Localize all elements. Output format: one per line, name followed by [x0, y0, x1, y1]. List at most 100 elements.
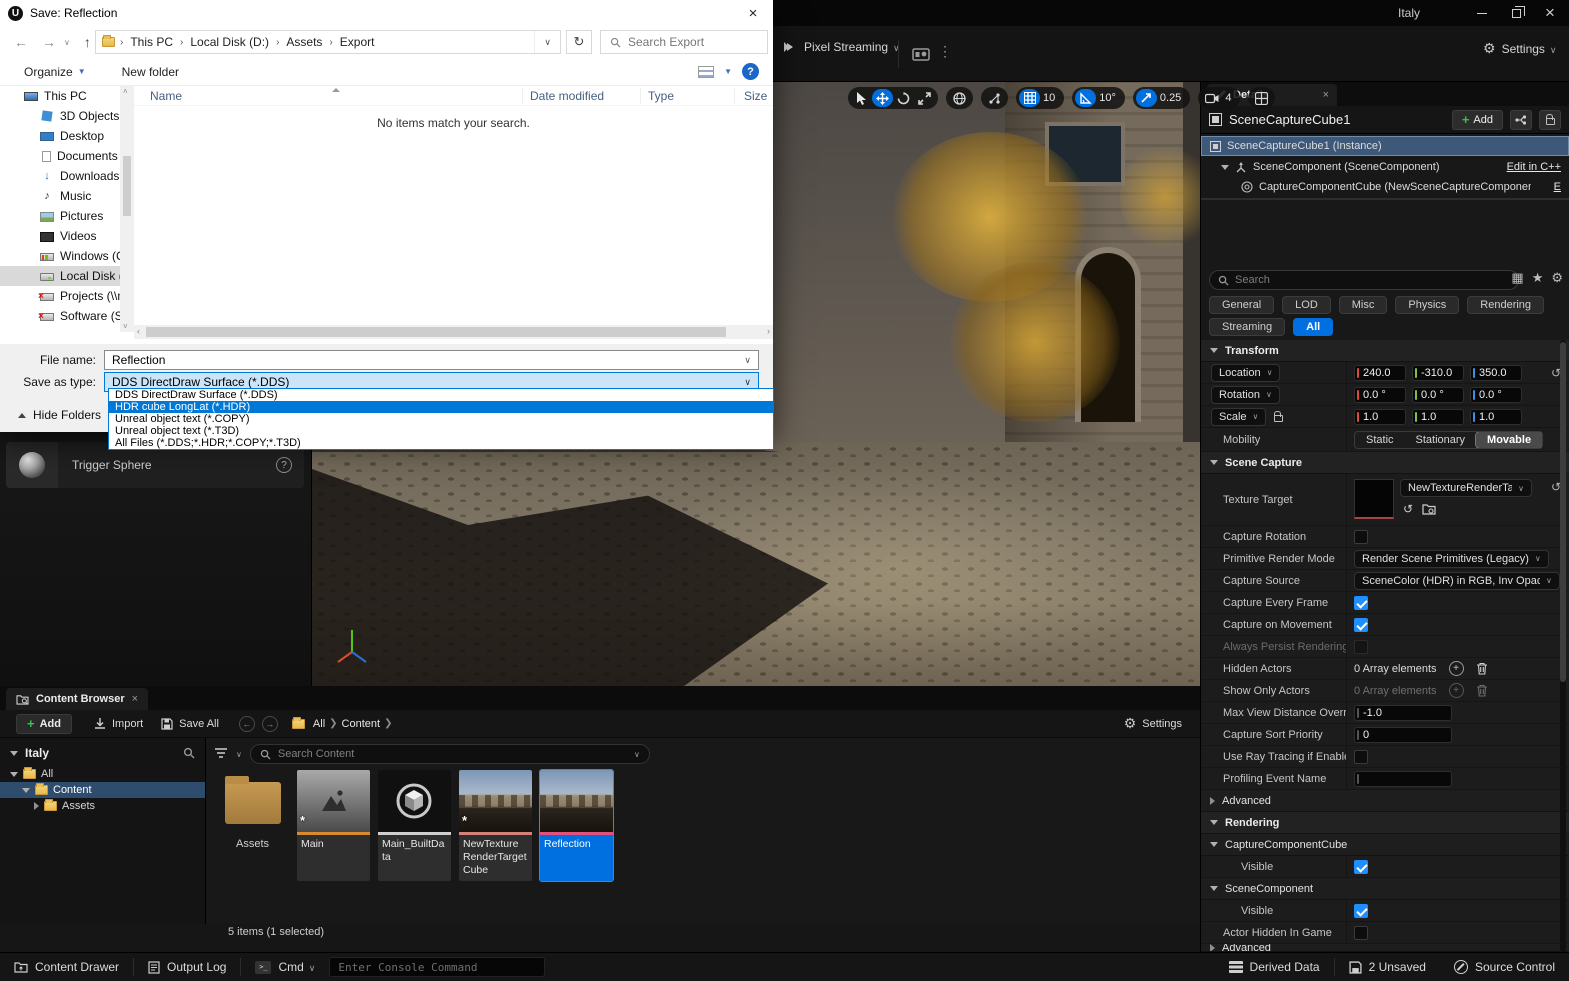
asset-tile-main[interactable]: * Main	[297, 770, 370, 881]
filter-general[interactable]: General	[1209, 296, 1274, 314]
file-list-horizontal-scrollbar[interactable]: ‹›	[134, 325, 773, 339]
scale-snap-value[interactable]: 0.25	[1157, 92, 1187, 104]
column-name[interactable]: Name	[134, 89, 182, 103]
details-scrollbar[interactable]	[1560, 340, 1566, 952]
recent-locations-chevron-icon[interactable]: ∨	[64, 38, 70, 47]
sidebar-pictures[interactable]: Pictures	[0, 206, 120, 226]
back-button[interactable]: ←	[239, 716, 255, 732]
edit-link-truncated[interactable]: E	[1554, 181, 1561, 193]
sidebar-desktop[interactable]: Desktop	[0, 126, 120, 146]
scale-z-field[interactable]: 1.0	[1470, 409, 1522, 425]
browse-to-asset-icon[interactable]	[1422, 503, 1436, 515]
clear-array-icon[interactable]	[1476, 684, 1488, 697]
view-mode-chevron-icon[interactable]: ▼	[724, 67, 732, 76]
grid-snap-icon[interactable]	[1019, 89, 1040, 107]
sidebar-music[interactable]: ♪Music	[0, 186, 120, 206]
subsection-capture-component-cube[interactable]: CaptureComponentCube	[1201, 834, 1569, 856]
minimize-button[interactable]	[1465, 1, 1499, 25]
tree-item-all[interactable]: All	[0, 766, 205, 782]
dialog-close-button[interactable]: ×	[733, 0, 773, 26]
type-option-all-files[interactable]: All Files (*.DDS;*.HDR;*.COPY;*.T3D)	[109, 437, 773, 449]
content-drawer-button[interactable]: Content Drawer	[0, 953, 133, 981]
close-button[interactable]: ×	[1533, 1, 1567, 25]
tree-item-content[interactable]: Content	[0, 782, 205, 798]
section-scene-capture[interactable]: Scene Capture	[1201, 452, 1569, 474]
filter-rendering[interactable]: Rendering	[1467, 296, 1544, 314]
filter-physics[interactable]: Physics	[1395, 296, 1459, 314]
rotation-z-field[interactable]: 0.0 °	[1470, 387, 1522, 403]
location-dropdown[interactable]: Location	[1211, 364, 1280, 382]
component-tree-capturecube[interactable]: CaptureComponentCube (NewSceneCaptureCom…	[1201, 177, 1569, 197]
mobility-stationary[interactable]: Stationary	[1405, 432, 1477, 448]
content-browser-settings-button[interactable]: ⚙ Settings	[1124, 715, 1182, 732]
scale-y-field[interactable]: 1.0	[1412, 409, 1464, 425]
asset-tile-main-builtdata[interactable]: Main_BuiltData	[378, 770, 451, 881]
forward-button[interactable]: →	[262, 716, 278, 732]
actor-hidden-checkbox[interactable]	[1354, 926, 1368, 940]
capture-source-dropdown[interactable]: SceneColor (HDR) in RGB, Inv Opacity	[1354, 572, 1560, 590]
scale-tool-icon[interactable]	[914, 89, 935, 107]
sidebar-videos[interactable]: Videos	[0, 226, 120, 246]
section-rendering[interactable]: Rendering	[1201, 812, 1569, 834]
output-log-button[interactable]: Output Log	[134, 953, 240, 981]
component-tree-scenecomponent[interactable]: SceneComponent (SceneComponent) Edit in …	[1201, 157, 1569, 177]
filter-lod[interactable]: LOD	[1282, 296, 1331, 314]
dialog-title-bar[interactable]: U Save: Reflection	[0, 0, 773, 26]
breadcrumb-export[interactable]: Export	[338, 35, 377, 49]
viewport-maximize-icon[interactable]	[1251, 89, 1272, 107]
mobility-movable[interactable]: Movable	[1476, 432, 1542, 448]
search-history-chevron-icon[interactable]: ∨	[634, 750, 640, 759]
unsaved-button[interactable]: 2 Unsaved	[1335, 953, 1440, 981]
sidebar-documents[interactable]: Documents	[0, 146, 120, 166]
file-name-input[interactable]: Reflection ∨	[104, 350, 759, 370]
type-option-hdr-highlighted[interactable]: HDR cube LongLat (*.HDR)	[109, 401, 773, 413]
primitive-render-mode-dropdown[interactable]: Render Scene Primitives (Legacy)	[1354, 550, 1549, 568]
type-option-dds[interactable]: DDS DirectDraw Surface (*.DDS)	[109, 389, 773, 401]
use-selected-asset-icon[interactable]: ↺	[1403, 502, 1413, 516]
content-browser-tab-close-icon[interactable]: ×	[132, 693, 138, 705]
globe-icon[interactable]	[949, 89, 970, 107]
asset-tile-reflection-selected[interactable]: Reflection	[540, 770, 613, 881]
scale-dropdown[interactable]: Scale	[1211, 408, 1266, 426]
sidebar-projects-drive[interactable]: Projects (\\magf	[0, 286, 120, 306]
up-arrow-icon[interactable]: ↑	[84, 34, 91, 50]
angle-snap-value[interactable]: 10°	[1096, 92, 1122, 104]
capture-on-movement-checkbox[interactable]	[1354, 618, 1368, 632]
asset-tile-assets-folder[interactable]: Assets	[216, 770, 289, 850]
organize-menu[interactable]: Organize	[24, 65, 73, 79]
asset-tile-rendertarget[interactable]: * NewTexture RenderTarget Cube	[459, 770, 532, 881]
collapse-icon[interactable]	[10, 751, 18, 756]
texture-target-thumbnail[interactable]	[1354, 479, 1394, 519]
display-filter-icon[interactable]: ▦	[1511, 270, 1523, 286]
filter-misc[interactable]: Misc	[1339, 296, 1388, 314]
search-icon[interactable]	[183, 747, 195, 759]
angle-snap-icon[interactable]	[1075, 89, 1096, 107]
capture-every-frame-checkbox[interactable]	[1354, 596, 1368, 610]
move-tool-icon[interactable]	[872, 89, 893, 107]
texture-target-dropdown[interactable]: NewTextureRenderTarge	[1400, 479, 1532, 497]
mobility-static[interactable]: Static	[1355, 432, 1405, 448]
import-button[interactable]: Import	[94, 718, 143, 730]
sidebar-downloads[interactable]: ↓Downloads	[0, 166, 120, 186]
rotation-dropdown[interactable]: Rotation	[1211, 386, 1280, 404]
overflow-menu-icon[interactable]: ⋮	[938, 43, 953, 60]
always-persist-checkbox[interactable]	[1354, 640, 1368, 654]
console-command-input[interactable]: Enter Console Command	[329, 957, 545, 977]
filter-chevron-icon[interactable]: ∨	[236, 750, 242, 759]
sidebar-software-drive[interactable]: Software (S:)	[0, 306, 120, 326]
surface-snap-icon[interactable]	[984, 89, 1005, 107]
derived-data-button[interactable]: Derived Data	[1215, 953, 1334, 981]
breadcrumb-all[interactable]: All	[313, 718, 325, 730]
camera-speed-icon[interactable]	[1201, 89, 1222, 107]
breadcrumb-this-pc[interactable]: This PC	[128, 35, 175, 49]
column-size[interactable]: Size	[744, 89, 767, 103]
capture-sort-priority-field[interactable]: 0	[1354, 727, 1452, 743]
favorites-star-icon[interactable]: ★	[1532, 270, 1544, 286]
location-y-field[interactable]: -310.0	[1412, 365, 1464, 381]
select-tool-icon[interactable]	[851, 89, 872, 107]
profiling-event-name-field[interactable]	[1354, 771, 1452, 787]
scale-x-field[interactable]: 1.0	[1354, 409, 1406, 425]
rotation-y-field[interactable]: 0.0 °	[1412, 387, 1464, 403]
component-tree-root[interactable]: SceneCaptureCube1 (Instance)	[1201, 136, 1569, 156]
stream-camera-icon[interactable]	[912, 46, 930, 61]
